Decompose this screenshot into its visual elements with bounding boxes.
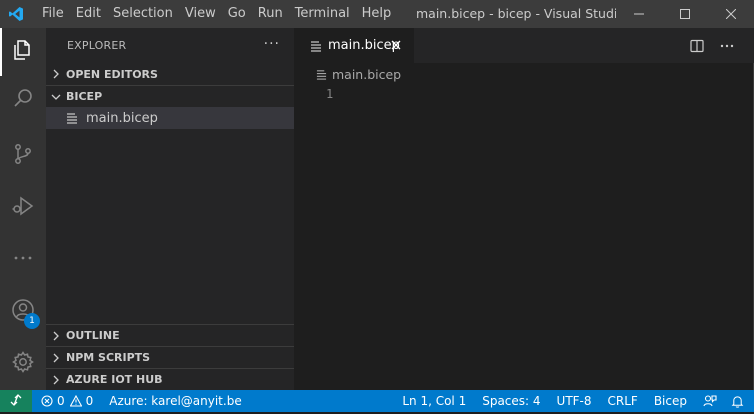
maximize-button[interactable]	[662, 0, 708, 28]
explorer-activity[interactable]	[0, 28, 46, 76]
error-icon	[41, 395, 53, 407]
manage-activity[interactable]	[0, 340, 46, 388]
editor-tabs: main.bicep	[294, 28, 754, 63]
active-indicator	[0, 28, 2, 76]
source-control-activity[interactable]	[0, 132, 46, 180]
azure-account[interactable]: Azure: karel@anyit.be	[104, 390, 246, 412]
code-editor[interactable]: 1	[294, 85, 754, 390]
status-bar: 0 0 Azure: karel@anyit.be Ln 1, Col 1 Sp…	[0, 390, 754, 412]
section-label: NPM SCRIPTS	[66, 351, 151, 364]
accounts-badge: 1	[24, 313, 40, 329]
azure-iot-hub-section[interactable]: AZURE IOT HUB	[46, 368, 294, 390]
file-lines-icon	[310, 40, 324, 52]
status-bar-right: Ln 1, Col 1 Spaces: 4 UTF-8 CRLF Bicep	[394, 390, 754, 412]
menu-help[interactable]: Help	[356, 0, 398, 28]
chevron-right-icon	[46, 69, 66, 79]
window-controls	[616, 0, 754, 28]
source-control-icon	[11, 142, 35, 170]
minimize-button[interactable]	[616, 0, 662, 28]
bell-icon	[731, 395, 744, 408]
explorer-more-button[interactable]: ···	[264, 36, 280, 52]
file-lines-icon	[316, 69, 328, 80]
run-debug-icon	[11, 194, 35, 222]
window-title: main.bicep - bicep - Visual Studio C...	[416, 6, 616, 21]
menu-terminal[interactable]: Terminal	[289, 0, 356, 28]
npm-scripts-section[interactable]: NPM SCRIPTS	[46, 346, 294, 368]
warning-count: 0	[85, 394, 94, 408]
title-bar: File Edit Selection View Go Run Terminal…	[0, 0, 754, 28]
section-label: OUTLINE	[66, 329, 120, 342]
close-tab-icon[interactable]	[388, 37, 404, 53]
search-icon	[11, 86, 35, 114]
accounts-activity[interactable]	[0, 288, 46, 336]
menu-selection[interactable]: Selection	[107, 0, 179, 28]
menu-view[interactable]: View	[179, 0, 222, 28]
vscode-logo-icon	[0, 0, 32, 28]
bicep-folder-section[interactable]: BICEP	[46, 85, 294, 107]
breadcrumb-file[interactable]: main.bicep	[332, 67, 401, 82]
chevron-down-icon	[46, 92, 66, 102]
chevron-right-icon	[46, 331, 66, 341]
language-mode[interactable]: Bicep	[646, 390, 695, 412]
section-label: BICEP	[66, 90, 103, 103]
encoding[interactable]: UTF-8	[549, 390, 600, 412]
breadcrumb[interactable]: main.bicep	[294, 63, 754, 85]
outline-section[interactable]: OUTLINE	[46, 324, 294, 346]
menu-file[interactable]: File	[36, 0, 70, 28]
warning-icon	[69, 395, 82, 407]
menu-bar: File Edit Selection View Go Run Terminal…	[36, 0, 397, 28]
feedback-icon	[703, 394, 717, 408]
indentation[interactable]: Spaces: 4	[474, 390, 548, 412]
more-actions-icon[interactable]	[718, 37, 736, 55]
tab-main-bicep[interactable]: main.bicep	[294, 28, 414, 63]
remote-indicator[interactable]	[0, 390, 32, 412]
problems-indicator[interactable]: 0 0	[36, 390, 98, 412]
editor-area: main.bicep main.bicep 1	[294, 28, 754, 390]
explorer-sidebar: EXPLORER ··· OPEN EDITORS BICEP main.bic…	[46, 28, 294, 390]
end-of-line[interactable]: CRLF	[600, 390, 646, 412]
activity-bar: 1	[0, 28, 46, 390]
chevron-right-icon	[46, 353, 66, 363]
file-lines-icon	[66, 112, 80, 124]
menu-edit[interactable]: Edit	[70, 0, 107, 28]
menu-go[interactable]: Go	[222, 0, 252, 28]
notifications-button[interactable]	[725, 390, 754, 412]
close-window-button[interactable]	[708, 0, 754, 28]
explorer-title: EXPLORER	[67, 39, 127, 52]
ellipsis-icon	[11, 246, 35, 274]
error-count: 0	[57, 394, 65, 408]
split-editor-icon[interactable]	[688, 37, 706, 55]
more-activity[interactable]	[0, 236, 46, 284]
chevron-right-icon	[46, 375, 66, 385]
section-label: OPEN EDITORS	[66, 67, 158, 81]
files-icon	[11, 38, 35, 66]
file-name: main.bicep	[86, 110, 158, 126]
section-label: AZURE IOT HUB	[66, 373, 163, 386]
open-editors-section[interactable]: OPEN EDITORS	[46, 63, 294, 85]
cursor-position[interactable]: Ln 1, Col 1	[394, 390, 474, 412]
run-debug-activity[interactable]	[0, 184, 46, 232]
search-activity[interactable]	[0, 76, 46, 124]
gear-icon	[11, 350, 35, 378]
line-number: 1	[326, 87, 334, 101]
editor-actions	[688, 28, 736, 63]
menu-run[interactable]: Run	[252, 0, 289, 28]
remote-icon	[10, 393, 22, 409]
file-item-main-bicep[interactable]: main.bicep	[46, 107, 294, 129]
feedback-button[interactable]	[695, 390, 725, 412]
